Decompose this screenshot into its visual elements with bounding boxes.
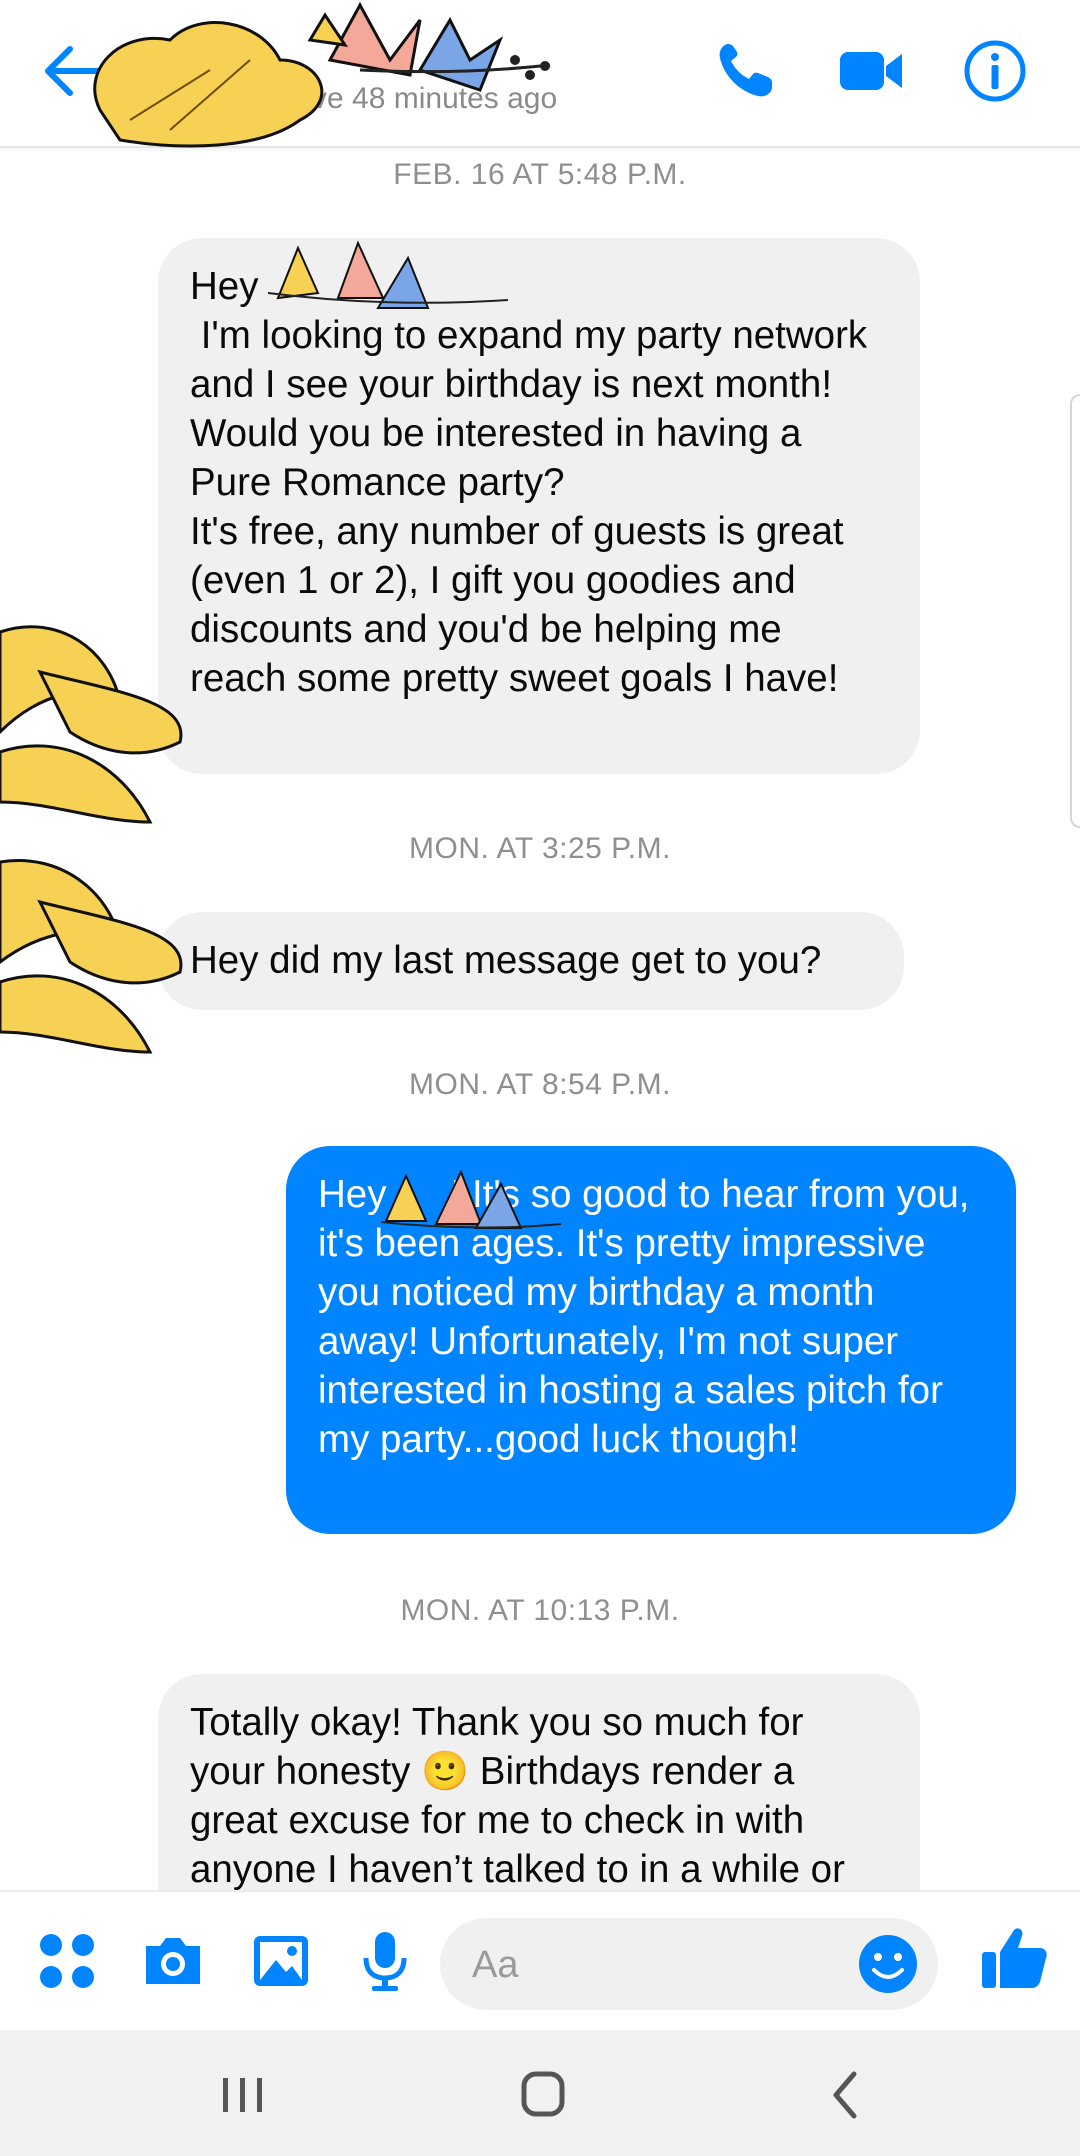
phone-icon[interactable]	[710, 36, 780, 106]
recent-apps-icon[interactable]	[208, 2060, 278, 2130]
incoming-message[interactable]: Hey I'm looking to expand my party netwo…	[158, 238, 920, 774]
camera-icon[interactable]	[140, 1928, 206, 1994]
message-composer	[0, 1890, 1080, 2032]
timestamp: MON. AT 3:25 P.M.	[409, 832, 671, 865]
apps-grid-icon[interactable]	[34, 1928, 100, 1994]
active-status: Active 48 minutes ago	[262, 82, 558, 115]
microphone-icon[interactable]	[352, 1928, 418, 1994]
message-input[interactable]	[470, 1918, 854, 2012]
video-camera-icon[interactable]	[836, 36, 906, 106]
system-navigation-bar	[0, 2030, 1080, 2156]
emoji-icon[interactable]	[856, 1932, 920, 1996]
home-icon[interactable]	[508, 2060, 578, 2130]
gallery-icon[interactable]	[248, 1928, 314, 1994]
info-icon[interactable]	[960, 36, 1030, 106]
back-icon[interactable]	[812, 2060, 882, 2130]
scroll-indicator[interactable]	[1070, 394, 1080, 828]
conversation-header: Active 48 minutes ago	[0, 0, 1080, 148]
thumbs-up-icon[interactable]	[978, 1922, 1050, 1994]
message-input-box[interactable]	[440, 1918, 938, 2012]
message-thread[interactable]: FEB. 16 AT 5:48 P.M. Hey I'm looking to …	[0, 148, 1080, 1890]
timestamp: MON. AT 10:13 P.M.	[400, 1594, 680, 1627]
back-arrow-icon[interactable]	[38, 36, 108, 106]
incoming-message[interactable]: Hey did my last message get to you?	[158, 912, 904, 1010]
timestamp: MON. AT 8:54 P.M.	[409, 1068, 671, 1101]
outgoing-message[interactable]: Hey ! It's so good to hear from you, it'…	[286, 1146, 1016, 1534]
timestamp: FEB. 16 AT 5:48 P.M.	[393, 158, 687, 191]
incoming-message[interactable]: Totally okay! Thank you so much for your…	[158, 1674, 920, 1890]
